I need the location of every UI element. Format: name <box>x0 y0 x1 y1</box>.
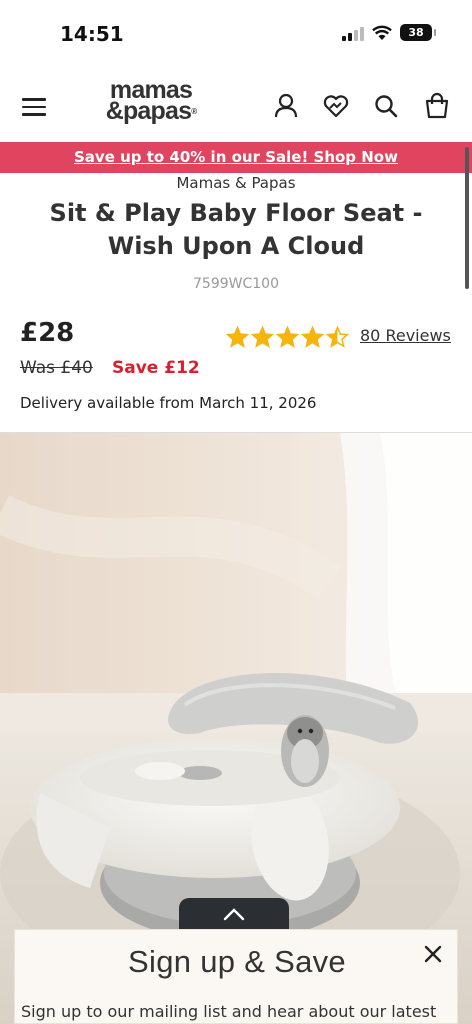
battery-level: 38 <box>408 26 424 39</box>
close-icon[interactable] <box>423 944 443 964</box>
sale-promo-banner[interactable]: Save up to 40% in our Sale! Shop Now <box>0 142 472 173</box>
wishlist-icon[interactable] <box>322 92 350 120</box>
reviews-link[interactable]: 80 Reviews <box>360 326 451 345</box>
star-half-icon <box>326 326 349 348</box>
bag-icon[interactable] <box>423 92 451 120</box>
product-sku: 7599WC100 <box>193 276 279 292</box>
scrollbar[interactable] <box>465 147 469 289</box>
product-brand[interactable]: Mamas & Papas <box>0 174 472 192</box>
cellular-signal-icon <box>342 25 364 41</box>
star-full-icon <box>226 326 249 348</box>
popup-text: Sign up to our mailing list and hear abo… <box>21 1002 437 1021</box>
account-icon[interactable] <box>272 92 300 120</box>
status-bar: 14:51 38 <box>0 0 472 62</box>
signup-popup: Sign up & Save Sign up to our mailing li… <box>14 929 458 1024</box>
site-header: mamas &papas® <box>0 62 472 142</box>
delivery-info: Delivery available from March 11, 2026 <box>20 394 317 412</box>
star-rating[interactable] <box>226 326 349 349</box>
star-full-icon <box>301 326 324 348</box>
star-full-icon <box>251 326 274 348</box>
search-icon[interactable] <box>372 92 400 120</box>
menu-icon[interactable] <box>22 98 46 116</box>
wifi-icon <box>372 25 392 40</box>
was-price: Was £40 <box>20 358 93 378</box>
save-amount: Save £12 <box>112 358 200 378</box>
chevron-up-icon <box>223 908 245 921</box>
product-title: Sit & Play Baby Floor Seat - Wish Upon A… <box>49 199 423 260</box>
status-icons: 38 <box>342 24 436 41</box>
current-price: £28 <box>20 318 75 348</box>
brand-logo[interactable]: mamas &papas® <box>88 78 214 125</box>
star-full-icon <box>276 326 299 348</box>
scroll-up-button[interactable] <box>179 898 289 930</box>
battery-icon: 38 <box>400 24 436 41</box>
status-time: 14:51 <box>60 22 124 46</box>
logo-line-2: &papas® <box>105 97 197 125</box>
popup-title: Sign up & Save <box>128 944 346 979</box>
